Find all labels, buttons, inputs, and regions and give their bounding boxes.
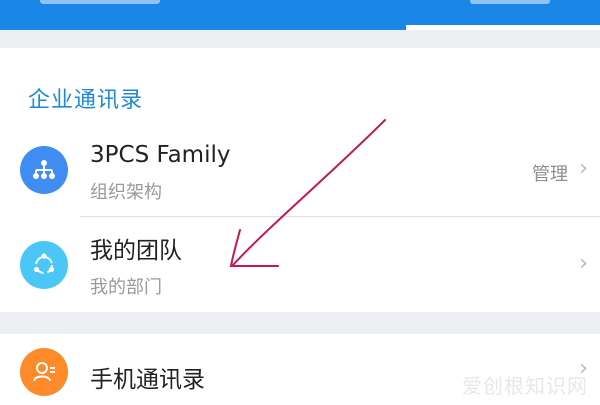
- hand-drawn-arrow-annotation: [229, 119, 386, 267]
- watermark-text: 爱创根知识网: [462, 374, 588, 398]
